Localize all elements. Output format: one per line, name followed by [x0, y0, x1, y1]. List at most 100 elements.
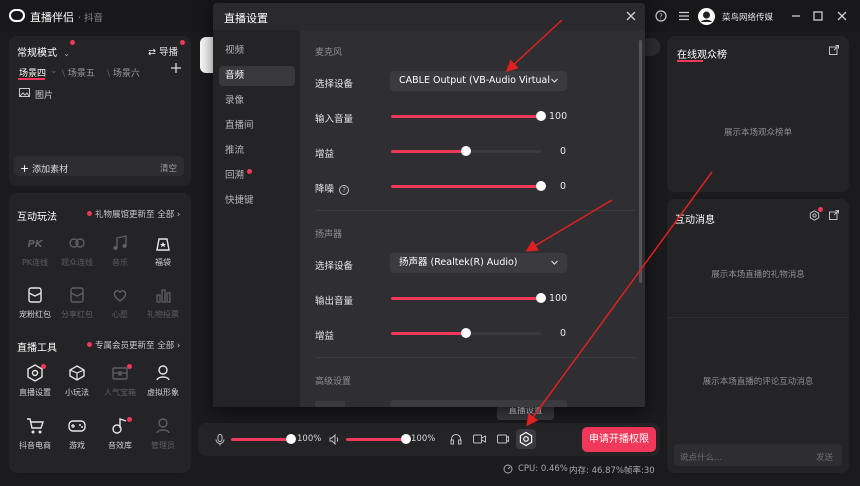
dialog-title: 直播设置	[224, 12, 268, 25]
guide-button[interactable]: ⇄ 导播	[148, 44, 178, 58]
notification-dot	[87, 211, 92, 216]
chevron-down-icon	[550, 76, 559, 85]
notification-dot	[41, 364, 46, 369]
scene-tab-5[interactable]: \ 场景五	[62, 66, 95, 79]
popout-icon[interactable]	[829, 45, 839, 55]
dialog-scrollbar[interactable]	[639, 40, 642, 283]
mic-volume-slider[interactable]	[231, 434, 296, 444]
close-icon[interactable]	[625, 10, 637, 22]
source-item-image[interactable]: 图片	[35, 88, 53, 101]
live-settings-gear-button[interactable]	[516, 429, 536, 449]
input-volume-knob[interactable]	[536, 111, 546, 121]
svg-text:?: ?	[659, 13, 663, 21]
nav-recording[interactable]: 录像	[219, 91, 295, 111]
maximize-icon[interactable]	[812, 10, 824, 22]
speaker-device-value: 扬声器 (Realtek(R) Audio)	[399, 257, 518, 268]
mic-gain-knob[interactable]	[461, 146, 471, 156]
lucky-bag-icon	[154, 234, 172, 252]
nav-stream[interactable]: 推流	[219, 141, 295, 161]
apply-live-permission-button[interactable]: 申请开播权限	[582, 427, 656, 452]
game-button[interactable]: 游戏	[57, 417, 97, 451]
speaker-gain-knob[interactable]	[461, 328, 471, 338]
speaker-icon[interactable]	[329, 434, 340, 445]
wish-button[interactable]: 心愿	[100, 286, 140, 320]
lucky-bag-button[interactable]: 福袋	[143, 234, 183, 268]
clear-button[interactable]: 清空	[160, 162, 177, 174]
notification-dot	[180, 40, 185, 45]
speaker-device-select[interactable]: 扬声器 (Realtek(R) Audio)	[390, 253, 567, 273]
douyin-shop-button[interactable]: 抖音电商	[15, 417, 55, 451]
noise-reduction-slider[interactable]	[391, 181, 546, 191]
interact-note-link[interactable]: 礼物展馆更新至 全部 ›	[95, 208, 180, 220]
send-button[interactable]: 发送	[816, 451, 833, 463]
output-volume-value: 100	[549, 293, 568, 304]
music-icon	[111, 234, 129, 252]
fan-red-packet-button[interactable]: 宠粉红包	[15, 286, 55, 320]
output-volume-knob[interactable]	[536, 293, 546, 303]
admin-button[interactable]: 管理员	[143, 417, 183, 451]
notification-dot	[818, 207, 823, 212]
treasure-box-button[interactable]: 人气宝箱	[100, 364, 140, 398]
advanced-group-title: 高级设置	[315, 377, 352, 387]
minimize-icon[interactable]	[790, 10, 802, 22]
gift-vote-button[interactable]: 礼物投票	[143, 286, 183, 320]
speaker-gain-slider[interactable]	[391, 328, 541, 338]
output-volume-slider[interactable]	[391, 293, 546, 303]
share-red-packet-button[interactable]: 分享红包	[57, 286, 97, 320]
nav-replay[interactable]: 回溯	[219, 166, 295, 186]
section-divider	[315, 357, 635, 358]
headset-icon[interactable]	[450, 433, 462, 445]
popout-icon[interactable]	[829, 210, 839, 220]
info-icon[interactable]: ?	[339, 185, 350, 195]
audience-link-button[interactable]: 观众连线	[57, 234, 97, 268]
vote-icon	[154, 286, 172, 304]
section-divider	[315, 210, 635, 211]
chevron-down-icon[interactable]: ⌄	[50, 66, 58, 76]
mic-gain-slider[interactable]	[391, 146, 541, 156]
camera-icon[interactable]	[473, 433, 486, 445]
mic-device-label: 选择设备	[315, 79, 354, 90]
input-volume-slider[interactable]	[391, 111, 546, 121]
noise-reduction-knob[interactable]	[536, 181, 546, 191]
username[interactable]: 菜鸟网络传媒	[722, 11, 773, 23]
avatar[interactable]	[698, 8, 715, 25]
preview-side-tab	[645, 38, 660, 56]
messages-panel	[667, 199, 849, 473]
scene-mode-dropdown[interactable]: 常规模式 ⌄	[17, 44, 70, 59]
sound-library-button[interactable]: 音效库	[100, 417, 140, 451]
close-window-icon[interactable]	[836, 10, 848, 22]
mic-gain-label: 增益	[315, 149, 335, 160]
help-icon[interactable]: ?	[655, 10, 667, 22]
microphone-icon[interactable]	[215, 434, 225, 446]
tools-note-link[interactable]: 专属会员更新至 全部 ›	[95, 339, 180, 351]
mini-game-button[interactable]: 小玩法	[57, 364, 97, 398]
input-volume-label: 输入音量	[315, 114, 354, 125]
input-volume-value: 100	[549, 111, 568, 122]
share-packet-icon	[68, 286, 86, 304]
pk-button[interactable]: PK PK连线	[15, 234, 55, 268]
mic-volume-knob[interactable]	[286, 434, 296, 444]
gamepad-icon	[68, 417, 86, 435]
chevron-down-icon: ⌄	[63, 49, 70, 58]
mic-volume-fill	[231, 438, 291, 441]
virtual-avatar-button[interactable]: 虚拟形象	[143, 364, 183, 398]
music-button[interactable]: 音乐	[100, 234, 140, 268]
nav-live-room[interactable]: 直播间	[219, 116, 295, 136]
dialog-nav	[213, 30, 300, 407]
speaker-volume-knob[interactable]	[401, 434, 411, 444]
mic-device-select[interactable]: CABLE Output (VB-Audio Virtual	[390, 71, 567, 91]
speaker-gain-value: 0	[560, 328, 567, 339]
advanced-select-partial[interactable]	[390, 400, 567, 407]
record-icon[interactable]	[497, 433, 509, 445]
nav-video[interactable]: 视频	[219, 41, 295, 61]
add-scene-icon[interactable]	[170, 62, 182, 74]
notification-dot	[247, 169, 252, 174]
scene-tab-6[interactable]: \ 场景六	[107, 66, 140, 79]
live-settings-button[interactable]: 直播设置	[15, 364, 55, 398]
speaker-volume-slider[interactable]	[346, 434, 411, 444]
menu-icon[interactable]	[678, 10, 690, 22]
nav-shortcuts[interactable]: 快捷键	[219, 191, 295, 211]
link-icon	[68, 234, 86, 252]
nav-audio[interactable]: 音频	[219, 66, 295, 86]
avatar-icon	[154, 364, 172, 382]
